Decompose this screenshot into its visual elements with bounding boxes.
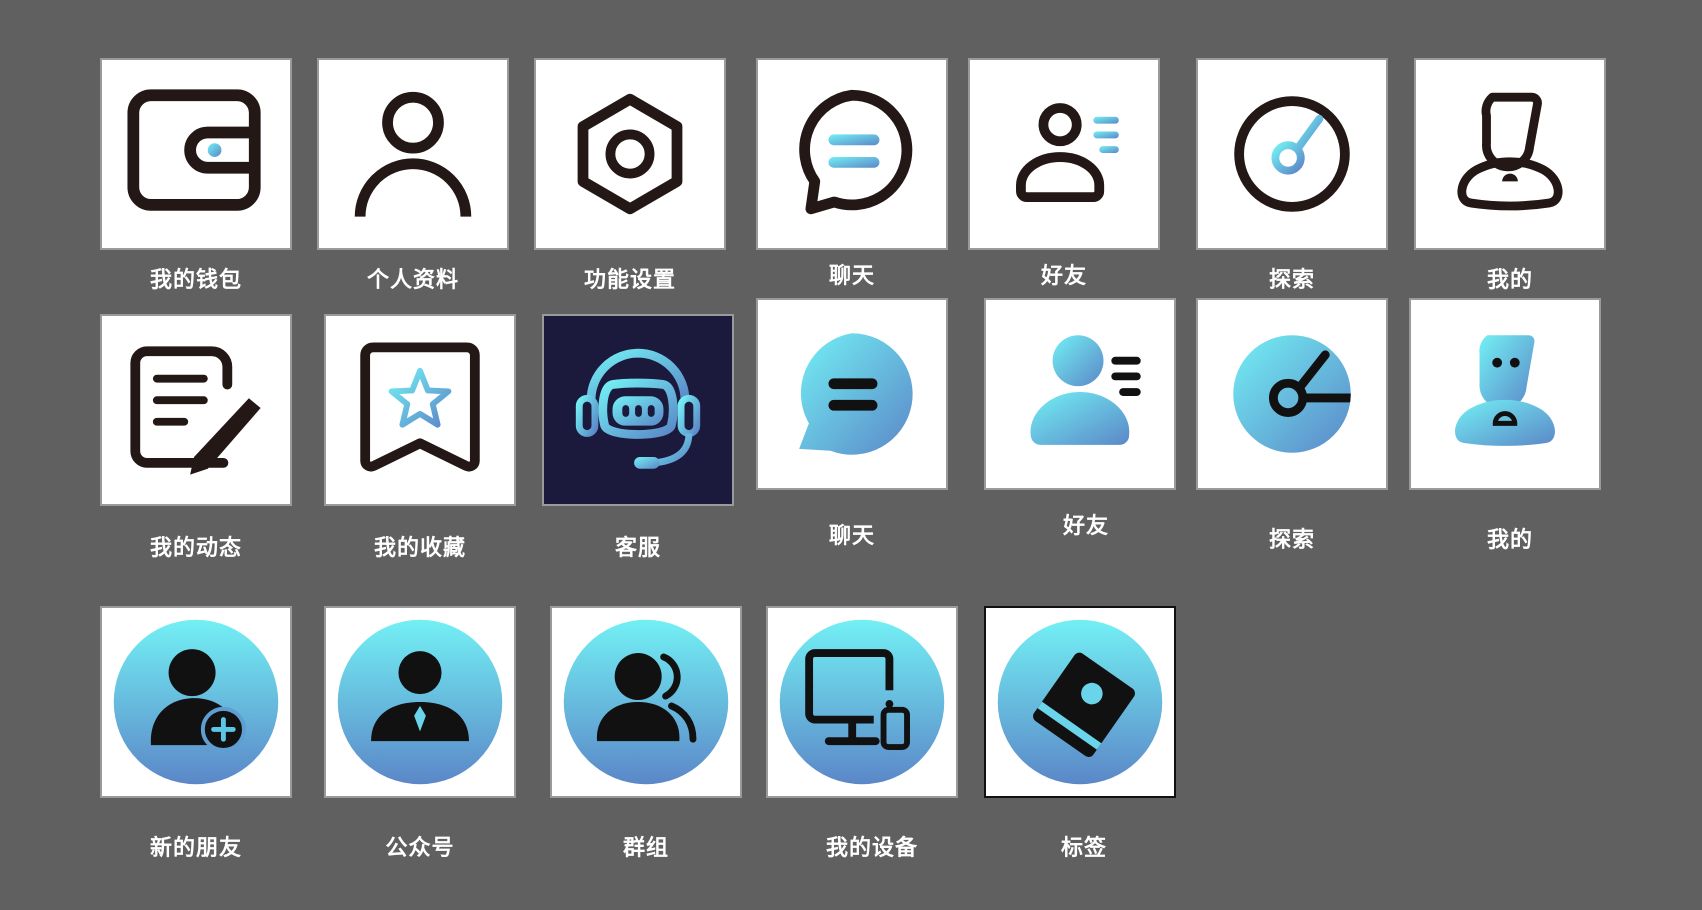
profile-label: 个人资料 [366,268,459,293]
tags-label: 标签 [1060,836,1107,861]
compass-icon [1233,335,1351,453]
tags-tile[interactable] [984,606,1176,798]
note-pencil-icon [130,346,261,475]
group-icon [563,619,729,785]
chat-filled-label: 聊天 [828,524,875,549]
customer-service-label: 客服 [614,536,661,561]
user-avatar-icon [1455,335,1555,446]
friends-filled-tile[interactable] [984,298,1176,490]
explore-outline-label: 探索 [1268,268,1315,293]
chat-outline-tile[interactable] [756,58,948,250]
add-user-icon [113,619,279,785]
wallet-tile[interactable] [100,58,292,250]
new-friends-tile[interactable] [100,606,292,798]
groups-tile[interactable] [550,606,742,798]
hex-nut-icon [577,93,683,215]
user-avatar-icon [1457,92,1563,211]
official-accounts-tile[interactable] [324,606,516,798]
chat-bubble-icon [799,89,913,215]
chat-filled-tile[interactable] [756,298,948,490]
settings-tile[interactable] [534,58,726,250]
chat-bubble-icon [799,333,913,455]
devices-icon [779,619,945,785]
explore-filled-tile[interactable] [1196,298,1388,490]
wallet-label: 我的钱包 [149,268,242,293]
bookmark-star-icon [360,342,480,472]
moments-label: 我的动态 [149,536,242,561]
explore-outline-tile[interactable] [1196,58,1388,250]
icon-sheet: { "labels": { "wallet": "我的钱包", "profile… [0,0,1702,910]
friends-outline-label: 好友 [1040,264,1087,289]
me-outline-label: 我的 [1486,268,1533,293]
customer-service-tile[interactable] [542,314,734,506]
new-friends-label: 新的朋友 [149,836,242,861]
compass-icon [1234,96,1350,212]
profile-tile[interactable] [317,58,509,250]
groups-label: 群组 [622,836,669,861]
business-person-icon [337,619,503,785]
my-devices-label: 我的设备 [825,836,918,861]
moments-tile[interactable] [100,314,292,506]
explore-filled-label: 探索 [1268,528,1315,553]
official-accounts-label: 公众号 [385,836,455,861]
favorites-label: 我的收藏 [373,536,466,561]
me-outline-tile[interactable] [1414,58,1606,250]
contacts-icon [1016,103,1119,202]
chat-outline-label: 聊天 [828,264,875,289]
friends-outline-tile[interactable] [968,58,1160,250]
contacts-icon [1030,335,1141,445]
friends-filled-label: 好友 [1062,514,1109,539]
favorites-tile[interactable] [324,314,516,506]
headset-robot-icon [575,348,701,469]
tag-icon [997,619,1163,785]
person-icon [354,91,472,217]
wallet-icon [127,89,261,211]
my-devices-tile[interactable] [766,606,958,798]
me-filled-label: 我的 [1486,528,1533,553]
me-filled-tile[interactable] [1409,298,1601,490]
settings-label: 功能设置 [583,268,676,293]
